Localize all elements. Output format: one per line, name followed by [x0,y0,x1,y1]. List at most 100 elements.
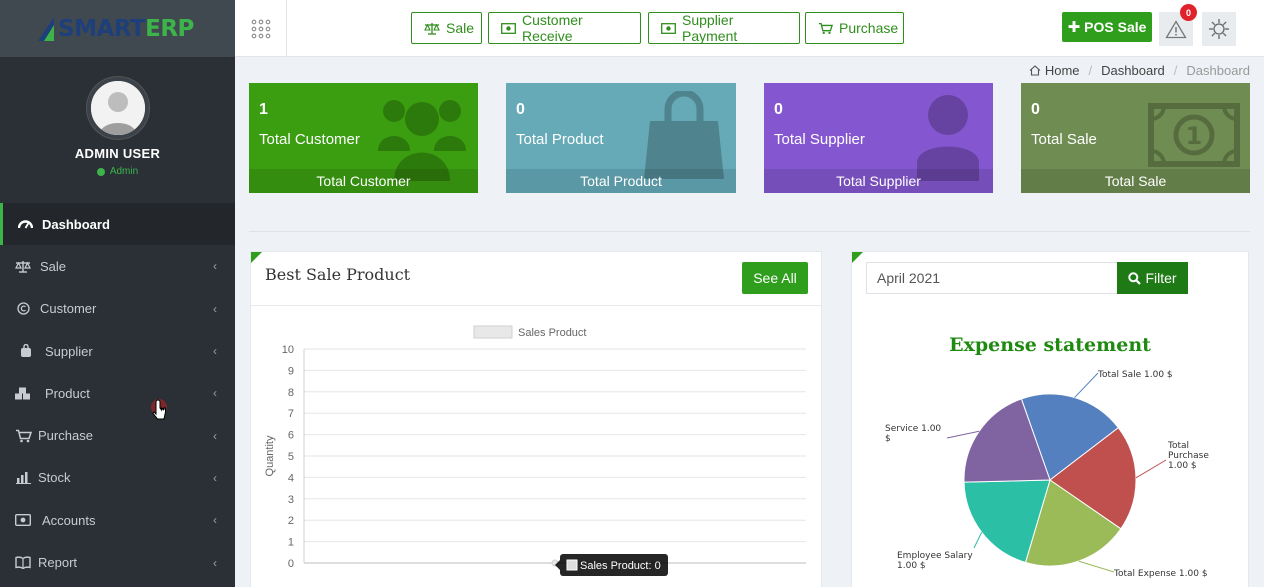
sidebar-item-dashboard[interactable]: Dashboard [0,203,235,246]
plus-icon: ✚ [1067,19,1081,36]
notification-count-badge: 0 [1180,4,1197,21]
month-date-input[interactable]: April 2021 [866,262,1118,294]
y-tick-label: 3 [288,494,294,506]
y-tick-label: 10 [282,344,294,356]
breadcrumb-dashboard-link[interactable]: Dashboard [1101,63,1165,78]
sidebar-item-label: Accounts [42,512,96,528]
pos-sale-label: POS Sale [1084,19,1147,35]
sidebar-item-label: Product [45,385,90,401]
pie-leader-line [973,532,983,549]
apps-grid-button[interactable] [235,0,287,57]
sidebar-item-supplier[interactable]: Supplier ‹ [0,330,235,372]
scale-icon [424,22,440,35]
expense-panel: April 2021 Filter Expense statement Tota… [851,251,1249,587]
customer-receive-label: Customer Receive [522,12,583,44]
pie-label: Total Expense 1.00 $ [1113,569,1208,579]
y-tick-label: 7 [288,408,294,420]
chart-legend: Sales Product [473,325,586,339]
sidebar-item-report[interactable]: Report ‹ [0,541,235,583]
best-sale-panel: Best Sale Product See All Sales Product 0… [250,251,822,587]
sidebar-item-label: Purchase [38,428,93,444]
pie-leader-line [1135,459,1167,479]
sidebar-item-product[interactable]: Product ‹ [0,372,235,414]
sidebar-item-customer[interactable]: Customer ‹ [0,288,235,330]
stat-label: Total Sale [1031,131,1097,148]
cubes-icon [14,387,32,400]
sidebar-item-label: Supplier [45,343,93,359]
supplier-payment-button[interactable]: Supplier Payment [648,12,800,44]
y-tick-label: 9 [288,365,294,377]
logo-text-smart: SMART [58,15,146,42]
panel-corner-marker [852,252,863,263]
breadcrumb-home-link[interactable]: Home [1045,63,1080,78]
legend-label: Sales Product [518,327,586,339]
pie-leader-line [1078,560,1115,573]
chevron-left-icon: ‹ [213,344,217,359]
total-product-card[interactable]: 0 Total Product Total Product [506,83,736,193]
pie-label: Total Sale 1.00 $ [1097,370,1173,380]
stat-footer: Total Sale [1021,169,1250,193]
best-sale-title: Best Sale Product [265,265,411,284]
y-axis-label: Quantity [264,435,276,476]
customer-receive-button[interactable]: Customer Receive [488,12,641,44]
total-customer-card[interactable]: 1 Total Customer Total Customer [249,83,478,193]
money-icon [14,514,32,527]
stat-label: Total Supplier [774,131,865,148]
see-all-button[interactable]: See All [742,262,808,294]
copyright-circle-icon [14,302,32,315]
expense-statement-title: Expense statement [949,334,1151,356]
y-tick-label: 1 [288,537,294,549]
tooltip-swatch [566,559,578,571]
logo-mark-icon [38,16,54,41]
pie-label: Service 1.00 $ [885,424,941,444]
sidebar-item-stock[interactable]: Stock ‹ [0,457,235,499]
users-icon [378,100,466,181]
home-icon [1029,65,1041,76]
quick-purchase-button[interactable]: Purchase [805,12,904,44]
breadcrumb: Home / Dashboard / Dashboard [1029,63,1250,78]
avatar[interactable] [86,77,149,139]
user-icon [917,95,979,181]
stat-label: Total Customer [259,131,360,148]
sidebar: SMART ERP ADMIN USER Admin Dashboard Sal… [0,0,235,587]
quick-sale-label: Sale [446,20,475,36]
y-tick-label: 8 [288,387,294,399]
quick-purchase-label: Purchase [839,20,899,36]
supplier-payment-label: Supplier Payment [682,12,738,44]
tooltip-text: Sales Product: 0 [580,560,661,572]
sidebar-item-label: Sale [40,258,67,274]
stat-value: 0 [516,101,525,118]
stat-value: 0 [774,101,783,118]
sidebar-item-sale[interactable]: Sale ‹ [0,245,235,287]
pie-label: Employee Salary 1.00 $ [897,551,973,571]
total-sale-card[interactable]: 0 Total Sale 1 Total Sale [1021,83,1250,193]
settings-button[interactable] [1202,12,1236,46]
chevron-left-icon: ‹ [213,555,217,570]
sidebar-item-label: Report [38,555,78,571]
filter-button[interactable]: Filter [1117,262,1188,294]
panel-corner-marker [251,252,262,263]
apps-grid-icon [251,19,270,38]
bag-icon [17,344,35,358]
pos-sale-button[interactable]: ✚ POS Sale [1062,12,1152,42]
chevron-left-icon: ‹ [213,386,217,401]
chart-tooltip: Sales Product: 0 [555,554,668,576]
logo-text-erp: ERP [145,15,194,42]
y-tick-label: 2 [288,515,294,527]
total-supplier-card[interactable]: 0 Total Supplier Total Supplier [764,83,993,193]
sales-product-chart: Sales Product 0 1 2 3 4 5 6 7 8 9 10 Quantity Sales P… [264,325,806,576]
sidebar-item-label: Customer [40,301,97,317]
logo[interactable]: SMART ERP [0,0,235,57]
sidebar-item-label: Dashboard [42,216,110,232]
chevron-left-icon: ‹ [213,301,217,316]
sidebar-item-accounts[interactable]: Accounts ‹ [0,499,235,541]
legend-swatch [473,325,513,339]
stat-value: 1 [259,101,268,118]
user-role: Admin [109,166,139,177]
quick-sale-button[interactable]: Sale [411,12,482,44]
sidebar-item-purchase[interactable]: Purchase ‹ [0,414,235,456]
gear-icon [1209,19,1229,39]
section-divider [249,231,1250,232]
money-icon [501,22,516,34]
cart-icon [14,429,32,443]
